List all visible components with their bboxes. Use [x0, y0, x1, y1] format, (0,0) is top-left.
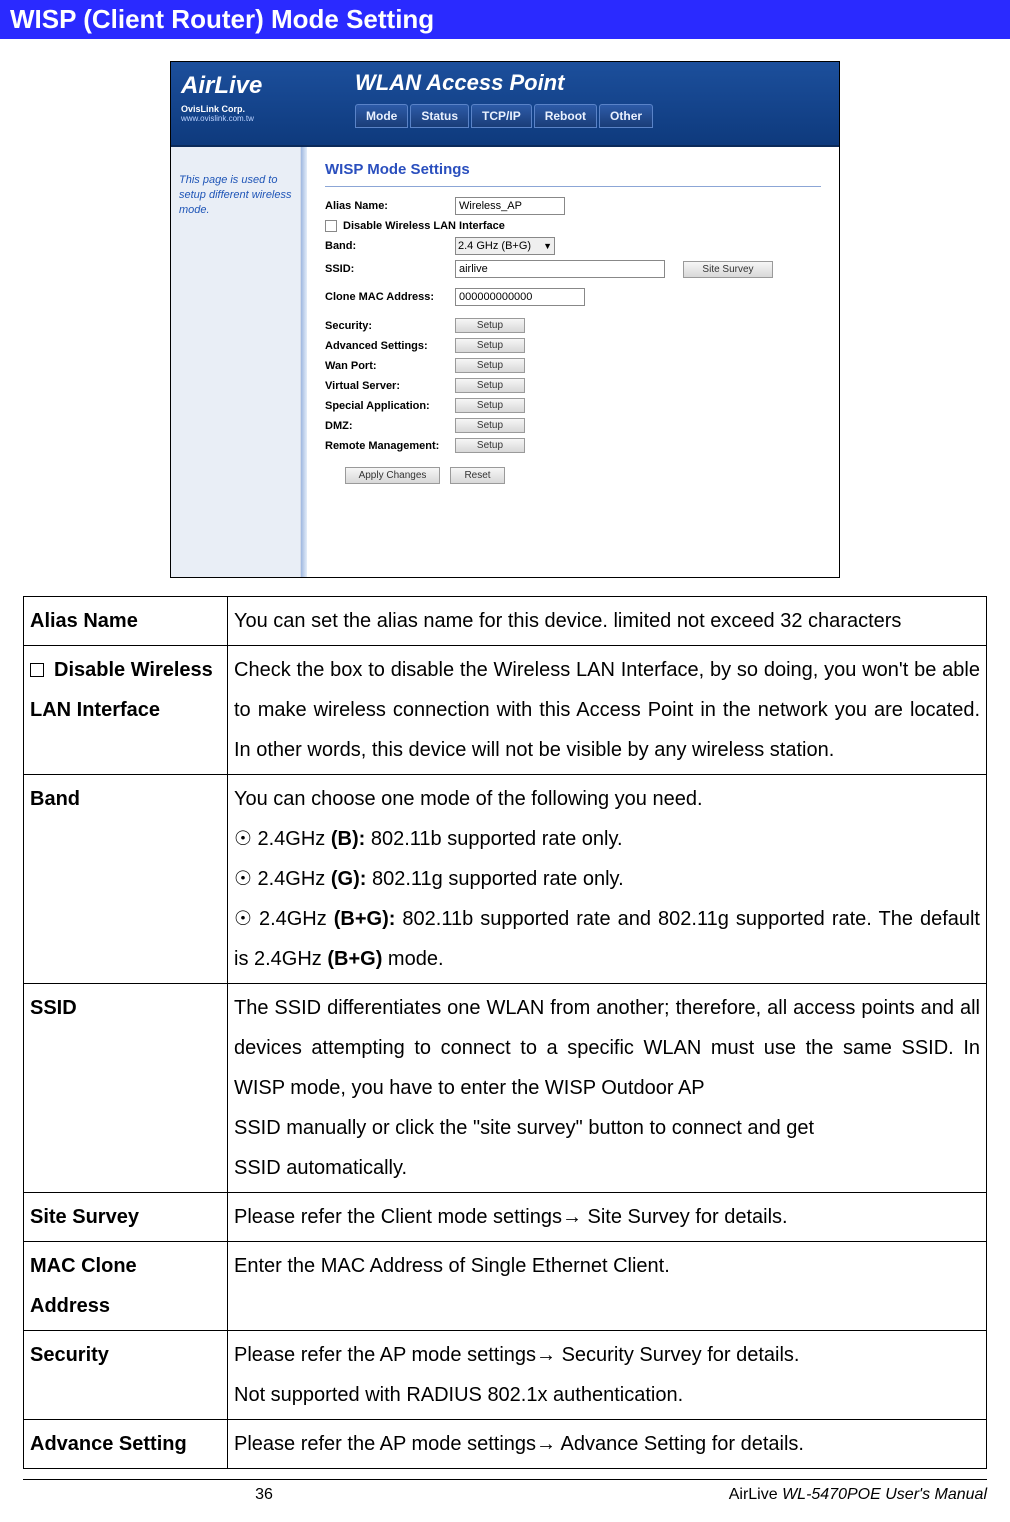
apply-changes-button[interactable]: Apply Changes	[345, 467, 440, 484]
row-disable-desc: Check the box to disable the Wireless LA…	[228, 646, 987, 775]
wan-label: Wan Port:	[325, 360, 455, 372]
dmz-setup-button[interactable]: Setup	[455, 418, 525, 433]
dmz-label: DMZ:	[325, 420, 455, 432]
band-label: Band:	[325, 240, 455, 252]
row-band-label: Band	[24, 775, 228, 984]
table-row: Site Survey Please refer the Client mode…	[24, 1193, 987, 1242]
security-setup-button[interactable]: Setup	[455, 318, 525, 333]
table-row: Advance Setting Please refer the AP mode…	[24, 1420, 987, 1469]
row-alias-label: Alias Name	[24, 597, 228, 646]
row-advance-desc: Please refer the AP mode settings→ Advan…	[228, 1420, 987, 1469]
row-disable-label: Disable Wireless LAN Interface	[24, 646, 228, 775]
ssid-input[interactable]	[455, 260, 665, 278]
disable-wlan-label: Disable Wireless LAN Interface	[343, 220, 505, 232]
row-security-desc: Please refer the AP mode settings→ Secur…	[228, 1331, 987, 1420]
clone-mac-input[interactable]	[455, 288, 585, 306]
adv-setup-button[interactable]: Setup	[455, 338, 525, 353]
band-value: 2.4 GHz (B+G)	[458, 240, 531, 252]
tab-mode[interactable]: Mode	[355, 104, 408, 128]
section-title: WISP (Client Router) Mode Setting	[0, 0, 1010, 39]
row-sitesurvey-desc: Please refer the Client mode settings→ S…	[228, 1193, 987, 1242]
table-row: SSID The SSID differentiates one WLAN fr…	[24, 984, 987, 1193]
footer-right: AirLive WL-5470POE User's Manual	[505, 1486, 987, 1504]
rm-label: Remote Management:	[325, 440, 455, 452]
vs-label: Virtual Server:	[325, 380, 455, 392]
tab-status[interactable]: Status	[410, 104, 469, 128]
sa-label: Special Application:	[325, 400, 455, 412]
table-row: Security Please refer the AP mode settin…	[24, 1331, 987, 1420]
ap-section-title: WISP Mode Settings	[325, 161, 821, 178]
page-footer: 36 AirLive WL-5470POE User's Manual	[23, 1479, 987, 1522]
row-alias-desc: You can set the alias name for this devi…	[228, 597, 987, 646]
tab-reboot[interactable]: Reboot	[534, 104, 597, 128]
tab-other[interactable]: Other	[599, 104, 653, 128]
table-row: Disable Wireless LAN Interface Check the…	[24, 646, 987, 775]
row-band-desc: You can choose one mode of the following…	[228, 775, 987, 984]
sa-setup-button[interactable]: Setup	[455, 398, 525, 413]
row-ssid-label: SSID	[24, 984, 228, 1193]
site-survey-button[interactable]: Site Survey	[683, 261, 773, 278]
rm-setup-button[interactable]: Setup	[455, 438, 525, 453]
wan-setup-button[interactable]: Setup	[455, 358, 525, 373]
clone-mac-label: Clone MAC Address:	[325, 291, 455, 303]
row-mac-desc: Enter the MAC Address of Single Ethernet…	[228, 1242, 987, 1331]
table-row: MAC Clone Address Enter the MAC Address …	[24, 1242, 987, 1331]
table-row: Alias Name You can set the alias name fo…	[24, 597, 987, 646]
row-sitesurvey-label: Site Survey	[24, 1193, 228, 1242]
table-row: Band You can choose one mode of the foll…	[24, 775, 987, 984]
security-label: Security:	[325, 320, 455, 332]
ap-header-title: WLAN Access Point	[355, 70, 825, 96]
row-security-label: Security	[24, 1331, 228, 1420]
brand-url: www.ovislink.com.tw	[181, 114, 331, 123]
disable-wlan-checkbox[interactable]	[325, 220, 337, 232]
ssid-label: SSID:	[325, 263, 455, 275]
ap-logo: AirLive OvisLink Corp. www.ovislink.com.…	[171, 62, 341, 145]
ap-screenshot: AirLive OvisLink Corp. www.ovislink.com.…	[170, 61, 840, 578]
alias-label: Alias Name:	[325, 200, 455, 212]
chevron-down-icon: ▼	[543, 241, 552, 251]
ap-tabs: Mode Status TCP/IP Reboot Other	[355, 104, 825, 128]
reset-button[interactable]: Reset	[450, 467, 505, 484]
row-advance-label: Advance Setting	[24, 1420, 228, 1469]
brand-corp: OvisLink Corp.	[181, 104, 331, 114]
tab-tcpip[interactable]: TCP/IP	[471, 104, 532, 128]
brand-name: AirLive	[181, 74, 331, 98]
band-select[interactable]: 2.4 GHz (B+G) ▼	[455, 237, 555, 255]
page-number: 36	[23, 1486, 505, 1504]
description-table: Alias Name You can set the alias name fo…	[23, 596, 987, 1469]
checkbox-icon	[30, 663, 44, 677]
alias-input[interactable]	[455, 197, 565, 215]
vs-setup-button[interactable]: Setup	[455, 378, 525, 393]
row-mac-label: MAC Clone Address	[24, 1242, 228, 1331]
row-ssid-desc: The SSID differentiates one WLAN from an…	[228, 984, 987, 1193]
ap-sidebar-text: This page is used to setup different wir…	[171, 147, 301, 577]
adv-label: Advanced Settings:	[325, 340, 455, 352]
